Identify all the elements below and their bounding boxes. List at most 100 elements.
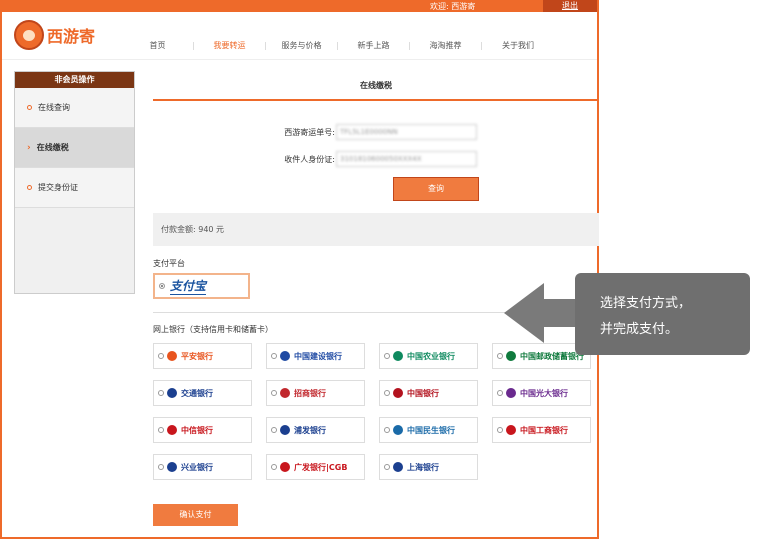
payment-amount: 付款金额: 940 元 <box>153 213 599 246</box>
logout-link[interactable]: 退出 <box>543 0 597 12</box>
sidebar-item-1[interactable]: › 在线缴税 <box>15 128 134 168</box>
instruction-callout: 选择支付方式， 并完成支付。 <box>575 273 750 355</box>
bank-radio[interactable] <box>158 353 164 359</box>
nav-item-1[interactable]: 我要转运 <box>194 42 266 50</box>
bank-logo-icon <box>506 388 516 398</box>
monkey-logo-icon <box>14 20 44 50</box>
bank-logo-icon <box>280 351 290 361</box>
welcome-text: 欢迎: 西游寄 <box>430 2 476 11</box>
bank-name: 交通银行 <box>181 388 213 398</box>
bank-logo-icon <box>393 425 403 435</box>
id-number-input[interactable]: 3101810600050XXX4X <box>336 151 477 167</box>
bank-radio[interactable] <box>384 390 390 396</box>
bank-name: 中国邮政储蓄银行 <box>520 351 584 361</box>
callout-line-1: 选择支付方式， <box>600 296 692 311</box>
bank-option-8[interactable]: 中信银行 <box>153 417 252 443</box>
bank-radio[interactable] <box>497 390 503 396</box>
bank-radio[interactable] <box>384 427 390 433</box>
bank-option-6[interactable]: 中国银行 <box>379 380 478 406</box>
bank-logo-icon <box>280 462 290 472</box>
sidebar-item-0[interactable]: 在线查询 <box>15 88 134 128</box>
bank-radio[interactable] <box>384 464 390 470</box>
bank-logo-icon <box>393 351 403 361</box>
bank-name: 广发银行|CGB <box>294 462 348 472</box>
bank-logo-icon <box>393 388 403 398</box>
sidebar-item-label: 在线查询 <box>38 103 70 112</box>
bank-name: 中国工商银行 <box>520 425 568 435</box>
alipay-radio[interactable] <box>159 283 165 289</box>
bank-radio[interactable] <box>271 464 277 470</box>
confirm-payment-button[interactable]: 确认支付 <box>153 504 238 526</box>
bank-radio[interactable] <box>158 390 164 396</box>
order-number-row: 西游寄运单号: TFL5L1E0000NN <box>153 124 599 140</box>
bank-name: 上海银行 <box>407 462 439 472</box>
bank-logo-icon <box>167 425 177 435</box>
bank-radio[interactable] <box>158 427 164 433</box>
bank-option-2[interactable]: 中国农业银行 <box>379 343 478 369</box>
main-nav: 首页 我要转运 服务与价格 新手上路 海淘推荐 关于我们 <box>122 42 554 50</box>
logo[interactable]: 西游寄 <box>14 20 95 50</box>
nav-item-2[interactable]: 服务与价格 <box>266 42 338 50</box>
page-frame: 欢迎: 西游寄 退出 西游寄 首页 我要转运 服务与价格 新手上路 海淘推荐 关于我们 非… <box>0 0 599 539</box>
bank-radio[interactable] <box>497 427 503 433</box>
sidebar-item-label: 提交身份证 <box>38 183 78 192</box>
bank-option-14[interactable]: 上海银行 <box>379 454 478 480</box>
circle-bullet-icon <box>27 105 32 110</box>
bank-option-7[interactable]: 中国光大银行 <box>492 380 591 406</box>
callout-line-2: 并完成支付。 <box>600 322 679 337</box>
bank-logo-icon <box>280 388 290 398</box>
query-button[interactable]: 查询 <box>393 177 479 201</box>
bank-option-12[interactable]: 兴业银行 <box>153 454 252 480</box>
chevron-right-icon: › <box>27 142 31 153</box>
alipay-option[interactable]: 支付宝 <box>153 273 250 299</box>
bank-option-11[interactable]: 中国工商银行 <box>492 417 591 443</box>
nav-item-4[interactable]: 海淘推荐 <box>410 42 482 50</box>
bank-option-13[interactable]: 广发银行|CGB <box>266 454 365 480</box>
circle-bullet-icon <box>27 185 32 190</box>
nav-item-0[interactable]: 首页 <box>122 42 194 50</box>
bank-name: 平安银行 <box>181 351 213 361</box>
bank-option-10[interactable]: 中国民生银行 <box>379 417 478 443</box>
bank-option-4[interactable]: 交通银行 <box>153 380 252 406</box>
id-number-label: 收件人身份证: <box>284 155 335 164</box>
main-content: 在线缴税 西游寄运单号: TFL5L1E0000NN 收件人身份证: 31018… <box>153 60 599 526</box>
bank-radio[interactable] <box>271 390 277 396</box>
bank-name: 中国光大银行 <box>520 388 568 398</box>
bank-option-0[interactable]: 平安银行 <box>153 343 252 369</box>
bank-name: 中国银行 <box>407 388 439 398</box>
bank-radio[interactable] <box>497 353 503 359</box>
bank-option-1[interactable]: 中国建设银行 <box>266 343 365 369</box>
bank-logo-icon <box>506 425 516 435</box>
bank-logo-icon <box>280 425 290 435</box>
online-bank-label: 网上银行（支持信用卡和储蓄卡） <box>153 325 273 334</box>
id-number-row: 收件人身份证: 3101810600050XXX4X <box>153 151 599 167</box>
order-number-input[interactable]: TFL5L1E0000NN <box>336 124 477 140</box>
bank-logo-icon <box>167 351 177 361</box>
nav-item-5[interactable]: 关于我们 <box>482 42 554 50</box>
bank-logo-icon <box>167 462 177 472</box>
bank-radio[interactable] <box>271 427 277 433</box>
bank-logo-icon <box>167 388 177 398</box>
bank-name: 招商银行 <box>294 388 326 398</box>
bank-name: 中国民生银行 <box>407 425 455 435</box>
sidebar-item-label: 在线缴税 <box>36 143 69 152</box>
bank-logo-icon <box>393 462 403 472</box>
bank-name: 中信银行 <box>181 425 213 435</box>
callout-arrow-icon <box>504 283 576 343</box>
bank-option-9[interactable]: 浦发银行 <box>266 417 365 443</box>
sidebar: 非会员操作 在线查询 › 在线缴税提交身份证 <box>14 71 135 294</box>
bank-name: 兴业银行 <box>181 462 213 472</box>
sidebar-header: 非会员操作 <box>15 72 134 88</box>
sidebar-item-2[interactable]: 提交身份证 <box>15 168 134 208</box>
bank-radio[interactable] <box>271 353 277 359</box>
payment-platform-label: 支付平台 <box>153 259 185 268</box>
logo-text: 西游寄 <box>47 27 96 46</box>
bank-radio[interactable] <box>384 353 390 359</box>
bank-radio[interactable] <box>158 464 164 470</box>
bank-logo-icon <box>506 351 516 361</box>
nav-item-3[interactable]: 新手上路 <box>338 42 410 50</box>
top-bar: 欢迎: 西游寄 退出 <box>2 0 597 12</box>
alipay-logo-text: 支付宝 <box>170 279 207 295</box>
bank-name: 浦发银行 <box>294 425 326 435</box>
bank-option-5[interactable]: 招商银行 <box>266 380 365 406</box>
